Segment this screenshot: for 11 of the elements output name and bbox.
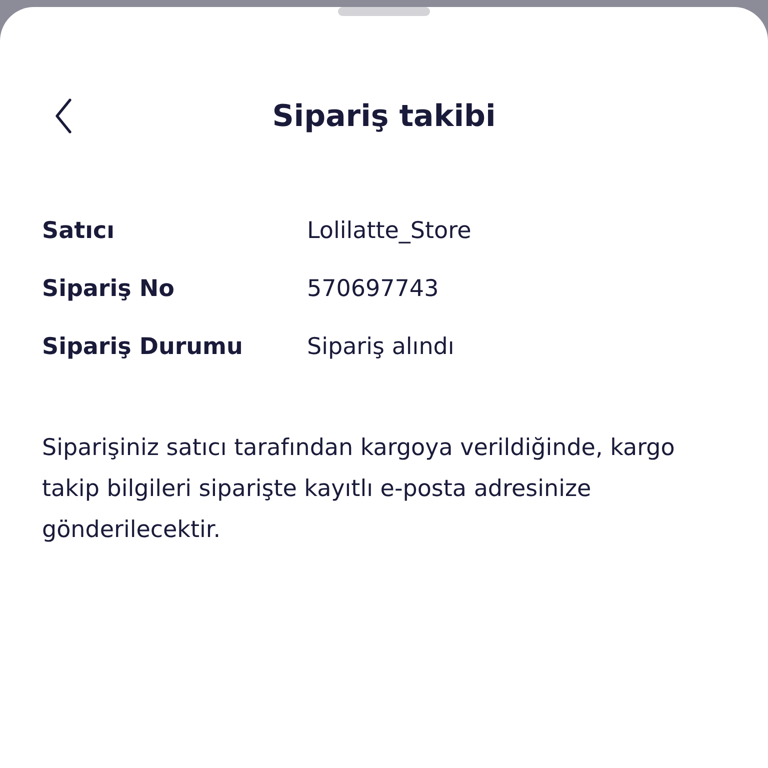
detail-value: Sipariş alındı [307, 334, 454, 360]
back-button[interactable] [54, 98, 74, 134]
back-chevron-icon [54, 98, 74, 134]
page-title: Sipariş takibi [272, 98, 496, 134]
detail-label: Sipariş Durumu [42, 334, 244, 360]
detail-label: Satıcı [42, 218, 116, 244]
detail-value: 570697743 [307, 276, 439, 302]
detail-label: Sipariş No [42, 276, 176, 302]
detail-value: Lolilatte_Store [307, 218, 472, 244]
shipping-note: Siparişiniz satıcı tarafından kargoya verildiğinde, kargo takip bilgileri siparişte kayıtlı e-posta adresinize gönderilecektir. [42, 434, 676, 545]
drag-handle[interactable] [338, 7, 430, 16]
